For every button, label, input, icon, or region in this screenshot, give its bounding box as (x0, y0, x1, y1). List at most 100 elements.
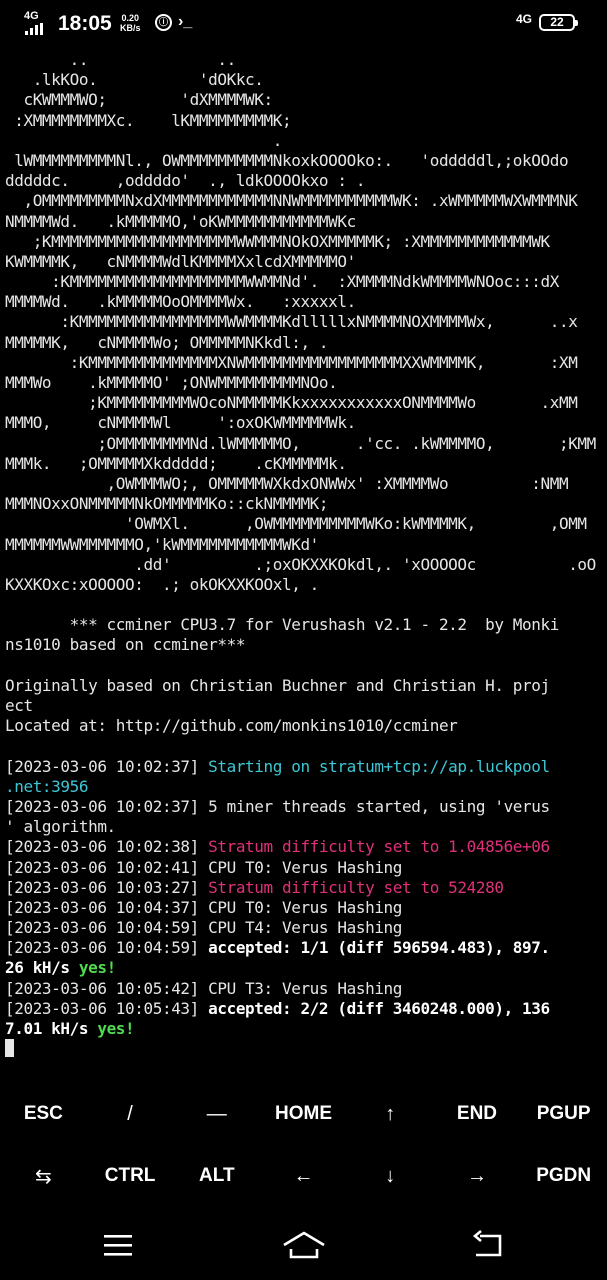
terminal-line: :KMMMMMMMMMMMMMMMMWWMMMMKdlllllxNMMMMNOX… (5, 312, 605, 332)
terminal-line: KXXKOxc:xOOOOO: .; okOKXXKOOxl, . (5, 575, 605, 595)
network-speed-value: 0.20 (121, 13, 140, 23)
terminal-line-text: [2023-03-06 10:05:42] CPU T3: Verus Hash… (5, 978, 403, 998)
terminal-line-text: ns1010 based on ccminer*** (5, 635, 246, 655)
terminal-prompt-line[interactable] (5, 1039, 605, 1059)
terminal-line: MMMO, cNMMMMWl ':oxOKWMMMMMWk. (5, 413, 605, 433)
terminal-line: ,OWMMMWO;, OMMMMMWXkdxONWWx' :XMMMMWo :N… (5, 474, 605, 494)
key-end[interactable]: END (434, 1084, 521, 1144)
key-symbol-0-4[interactable]: ↑ (347, 1084, 434, 1144)
key-symbol-1-0[interactable]: ⇆ (0, 1146, 87, 1206)
terminal-line-text: :KMMMMMMMMMMMMMMXNWMMMMMMMMMMMMMMMMMXXWM… (5, 352, 578, 372)
terminal-line: NMMMMWd. .kMMMMMO,'oKWMMMMMMMMMMMWKc (5, 212, 605, 232)
key-symbol-1-4[interactable]: ↓ (347, 1146, 434, 1206)
clock: 18:05 (58, 12, 112, 35)
battery-level: 22 (550, 15, 564, 29)
terminal-line-text: :KMMMMMMMMMMMMMMMMWWMMMMKdlllllxNMMMMNOX… (5, 312, 578, 332)
signal-strength-icon (25, 23, 45, 35)
terminal-line-text: KWMMMMK, cNMMMMWdlKMMMMXxlcdXMMMMMO' (5, 251, 356, 271)
terminal-line-text: lWMMMMMMMMMNl., OWMMMMMMMMMMNkoxkOOOOko:… (5, 150, 569, 170)
terminal-line-text: 26 kH/s (5, 958, 79, 978)
terminal-line-text: [2023-03-06 10:02:37] (5, 756, 209, 776)
terminal-line-text: KXXKOxc:xOOOOO: .; okOKXXKOOxl, . (5, 574, 319, 594)
network-speed: 0.20 KB/s (120, 13, 141, 33)
terminal-line-text: accepted: 1/1 (diff 596594.483), 897. (208, 938, 550, 958)
terminal-line: [2023-03-06 10:04:59] CPU T4: Verus Hash… (5, 918, 605, 938)
terminal-line-text: cKWMMMWO; 'dXMMMMWK: (5, 90, 273, 110)
terminal-line: ' algorithm. (5, 817, 605, 837)
terminal-line-text: ,OMMMMMMMMMNxdXMMMMMMMMMMMMNNWMMMMMMMMMM… (5, 191, 578, 211)
terminal-line: MMMNOxxONMMMMMNkOMMMMMKo::ckNMMMMK; (5, 494, 605, 514)
terminal-line: [2023-03-06 10:02:37] 5 miner threads st… (5, 797, 605, 817)
terminal-line: ;OMMMMMMMMNd.lWMMMMMO, .'cc. .kWMMMMO, ;… (5, 434, 605, 454)
terminal-line: KWMMMMK, cNMMMMWdlKMMMMXxlcdXMMMMMO' (5, 252, 605, 272)
terminal-line: [2023-03-06 10:05:43] accepted: 2/2 (dif… (5, 999, 605, 1019)
terminal-line: 'OWMXl. ,OWMMMMMMMMMMWKo:kWMMMMK, ,OMM (5, 514, 605, 534)
terminal-line-text: MMMWo .kMMMMMO' ;ONWMMMMMMMMMNOo. (5, 373, 338, 392)
terminal-line-text: 'OWMXl. ,OWMMMMMMMMMMWKo:kWMMMMK, ,OMM (5, 514, 587, 534)
terminal-line-text: .. .. (5, 50, 237, 69)
terminal-line-text: *** ccminer CPU3.7 for Verushash v2.1 - … (5, 615, 560, 635)
back-icon[interactable] (468, 1228, 508, 1262)
extra-keys-bar: ESC / — HOME ↑ END PGUP ⇆ CTRL ALT ← ↓ → PGDN (0, 1084, 607, 1210)
terminal-line: Located at: http://github.com/monkins101… (5, 716, 605, 736)
terminal-line: .. .. (5, 50, 605, 70)
terminal-line: [2023-03-06 10:03:27] Stratum difficulty… (5, 878, 605, 898)
terminal-line-text: .net:3956 (5, 776, 89, 796)
key-symbol-1-5[interactable]: → (434, 1146, 521, 1206)
home-icon[interactable] (281, 1228, 327, 1262)
terminal-line-text: ect (5, 696, 33, 715)
terminal-line-text: [2023-03-06 10:04:37] CPU T0: Verus Hash… (5, 897, 403, 917)
menu-icon[interactable] (98, 1228, 138, 1262)
terminal-line-text: :XMMMMMMMMXc. lKMMMMMMMMMK; (5, 110, 292, 130)
extra-keys-row-2: ⇆ CTRL ALT ← ↓ → PGDN (0, 1146, 607, 1206)
terminal-line-text: Starting on stratum+tcp://ap.luckpool (208, 756, 550, 776)
terminal-line-text: ;KMMMMMMMMMWOcoNMMMMMKkxxxxxxxxxxxONMMMM… (5, 393, 578, 413)
key-alt[interactable]: ALT (173, 1146, 260, 1206)
terminal-line: . (5, 131, 605, 151)
key-symbol-0-1[interactable]: / (87, 1084, 174, 1144)
terminal-output[interactable]: .. .. .lkKOo. 'dOKkc. cKWMMMWO; 'dXMMMMW… (5, 50, 605, 1059)
terminal-line-text: NMMMMWd. .kMMMMMO,'oKWMMMMMMMMMMMWKc (5, 211, 356, 231)
terminal-line-text: yes! (78, 958, 116, 978)
terminal-line: ;KMMMMMMMMMMMMMMMMMMMMWWMMMNOkOXMMMMMK; … (5, 232, 605, 252)
network-type-left: 4G (24, 10, 39, 22)
terminal-line: 26 kH/s yes! (5, 958, 605, 978)
terminal-line: ns1010 based on ccminer*** (5, 635, 605, 655)
terminal-line: .lkKOo. 'dOKkc. (5, 70, 605, 90)
terminal-line-text: [2023-03-06 10:02:38] (5, 837, 209, 857)
terminal-line-text: Originally based on Christian Buchner an… (5, 675, 550, 695)
terminal-line-text: MMMMWd. .kMMMMMOoOMMMMWx. :xxxxxl. (5, 292, 356, 312)
terminal-line-text: [2023-03-06 10:05:43] (5, 998, 209, 1018)
terminal-line-text: :KMMMMMMMMMMMMMMMMMMMWWMMNd'. :XMMMMNdkW… (5, 272, 559, 292)
terminal-line-text: [2023-03-06 10:02:37] 5 miner threads st… (5, 796, 550, 816)
key-home[interactable]: HOME (260, 1084, 347, 1144)
key-symbol-1-3[interactable]: ← (260, 1146, 347, 1206)
terminal-line: ,OMMMMMMMMMNxdXMMMMMMMMMMMMNNWMMMMMMMMMM… (5, 191, 605, 211)
terminal-line-text: MMMk. ;OMMMMMXkddddd; .cKMMMMMk. (5, 453, 347, 473)
battery-icon: 22 (539, 14, 578, 31)
terminal-line-text: . (5, 130, 283, 150)
cursor (5, 1039, 14, 1058)
key-esc[interactable]: ESC (0, 1084, 87, 1144)
terminal-line: :XMMMMMMMMXc. lKMMMMMMMMMK; (5, 111, 605, 131)
terminal-line-text: accepted: 2/2 (diff 3460248.000), 136 (208, 998, 550, 1018)
terminal-line: Originally based on Christian Buchner an… (5, 676, 605, 696)
terminal-line: :KMMMMMMMMMMMMMMMMMMMWWMMNd'. :XMMMMNdkW… (5, 272, 605, 292)
terminal-line: ect (5, 696, 605, 716)
network-type-right: 4G (516, 12, 533, 26)
data-saver-icon: ⓘ (155, 14, 172, 31)
terminal-line: [2023-03-06 10:04:37] CPU T0: Verus Hash… (5, 898, 605, 918)
terminal-line-text: Stratum difficulty set to 524280 (208, 877, 504, 897)
key-ctrl[interactable]: CTRL (87, 1146, 174, 1206)
terminal-line: dddddc. ,oddddo' ., ldkOOOOkxo : . (5, 171, 605, 191)
terminal-line-text: ;KMMMMMMMMMMMMMMMMMMMMWWMMMNOkOXMMMMMK; … (5, 231, 550, 251)
terminal-line: :KMMMMMMMMMMMMMMXNWMMMMMMMMMMMMMMMMMXXWM… (5, 353, 605, 373)
terminal-line-text: Located at: http://github.com/monkins101… (5, 716, 458, 736)
key-pgdn[interactable]: PGDN (520, 1146, 607, 1206)
key-symbol-0-2[interactable]: — (173, 1084, 260, 1144)
terminal-line: .net:3956 (5, 777, 605, 797)
key-pgup[interactable]: PGUP (520, 1084, 607, 1144)
terminal-line: MMMWo .kMMMMMO' ;ONWMMMMMMMMMNOo. (5, 373, 605, 393)
